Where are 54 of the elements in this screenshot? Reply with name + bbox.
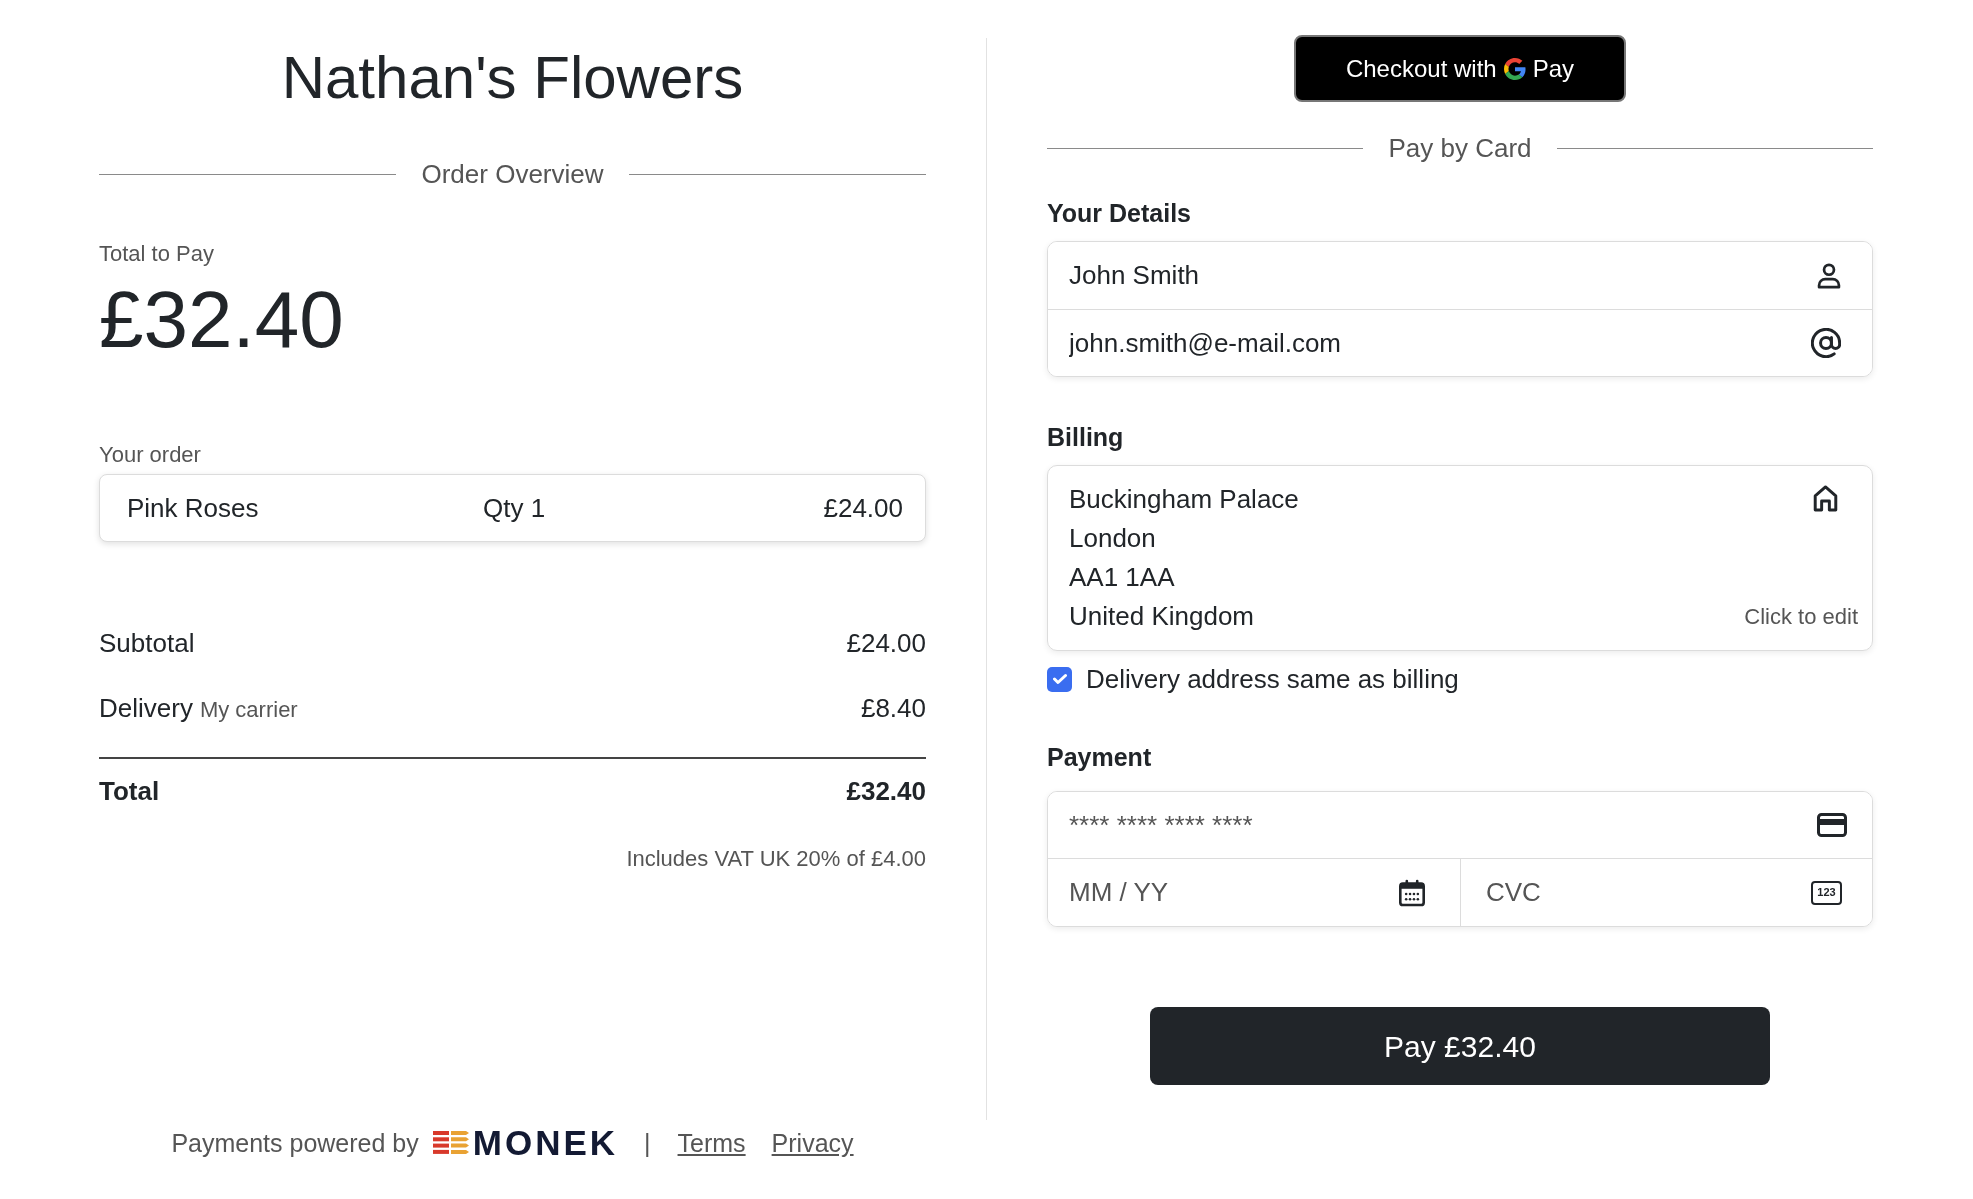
card-number-field[interactable]: **** **** **** **** xyxy=(1048,792,1872,858)
card-number-input[interactable]: **** **** **** **** xyxy=(1069,803,1805,847)
item-name: Pink Roses xyxy=(127,492,259,523)
cvc-icon: 123 xyxy=(1811,880,1842,905)
section-heading: Pay by Card xyxy=(1388,132,1532,164)
separator: | xyxy=(644,1127,651,1159)
email-field[interactable]: john.smith@e-mail.com xyxy=(1048,309,1872,376)
expiry-input[interactable]: MM / YY xyxy=(1069,870,1387,915)
summary-label: Subtotal xyxy=(99,627,195,659)
checkbox-label: Delivery address same as billing xyxy=(1086,663,1459,695)
logo-text: MONEK xyxy=(472,1125,619,1160)
order-label: Your order xyxy=(99,441,201,469)
summary-amount: £8.40 xyxy=(860,692,926,724)
total-amount: £32.40 xyxy=(99,275,344,365)
edit-hint: Click to edit xyxy=(1744,603,1858,631)
g-logo-icon xyxy=(1503,57,1526,80)
cvc-input[interactable]: CVC xyxy=(1486,870,1799,915)
at-sign-icon xyxy=(1811,328,1841,358)
total-label: Total to Pay xyxy=(99,240,214,268)
name-field[interactable]: John Smith xyxy=(1048,242,1872,309)
name-input[interactable]: John Smith xyxy=(1069,253,1805,298)
check-icon xyxy=(1052,672,1067,686)
home-icon xyxy=(1813,485,1838,512)
vat-note: Includes VAT UK 20% of £4.00 xyxy=(626,845,926,873)
address-line: Buckingham Palace xyxy=(1069,483,1299,516)
footer-link[interactable]: Privacy xyxy=(771,1126,854,1159)
person-icon xyxy=(1817,262,1841,289)
address-line: London xyxy=(1069,522,1156,555)
address-line: AA1 1AA xyxy=(1069,561,1175,594)
powered-by-text: Payments powered by xyxy=(171,1127,419,1159)
footer-link[interactable]: Terms xyxy=(677,1126,746,1159)
pay-button[interactable]: Pay £32.40 xyxy=(1150,1007,1770,1085)
item-price: £24.00 xyxy=(823,491,903,525)
carrier-note: My carrier xyxy=(199,696,298,724)
section-heading: Order Overview xyxy=(421,158,604,190)
section-title: Payment xyxy=(1047,742,1152,773)
checkbox[interactable] xyxy=(1047,666,1072,692)
credit-card-icon xyxy=(1817,813,1847,837)
section-title: Your Details xyxy=(1047,198,1192,229)
total-row-amount: £32.40 xyxy=(846,775,926,807)
address-line: United Kingdom xyxy=(1069,600,1254,633)
item-quantity: Qty 1 xyxy=(483,492,546,523)
total-row-label: Total xyxy=(99,775,160,807)
section-title: Billing xyxy=(1047,422,1124,453)
shop-title: Nathan's Flowers xyxy=(281,43,744,113)
calendar-icon xyxy=(1399,878,1425,907)
expiry-field[interactable]: MM / YY xyxy=(1048,859,1461,926)
summary-amount: £24.00 xyxy=(846,627,926,659)
email-input[interactable]: john.smith@e-mail.com xyxy=(1069,321,1799,365)
billing-address-card[interactable]: Buckingham Palace London AA1 1AA United Kingdom Click to edit xyxy=(1047,465,1873,651)
stripes-logo-icon xyxy=(432,1131,469,1154)
summary-label: Delivery xyxy=(99,692,193,724)
cvc-field[interactable]: CVC 123 xyxy=(1461,859,1872,926)
google-pay-button[interactable]: Checkout with Pay xyxy=(1294,35,1626,102)
